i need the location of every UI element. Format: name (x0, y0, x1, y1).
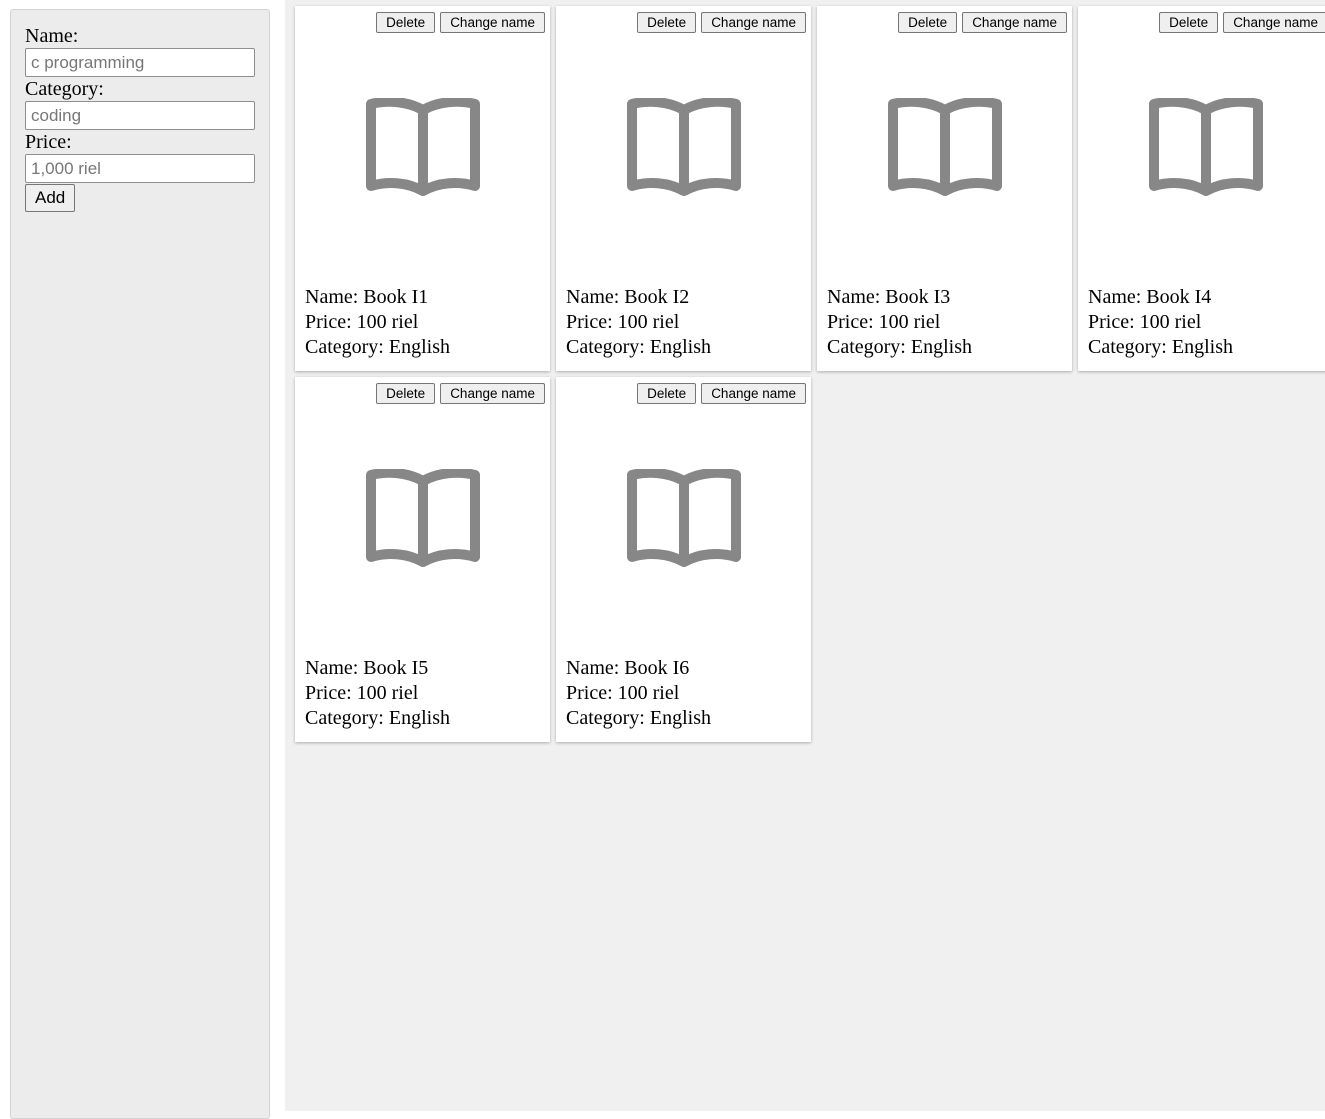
book-category: Category: English (827, 336, 972, 358)
book-price: Price: 100 riel (566, 682, 680, 704)
book-card: Delete Change name Name: Book I3 Price: … (817, 6, 1072, 371)
card-actions: Delete Change name (1159, 12, 1325, 33)
book-open-icon (366, 98, 480, 196)
delete-button[interactable]: Delete (376, 383, 436, 404)
book-name: Name: Book I1 (305, 286, 429, 308)
book-list-area: Delete Change name Name: Book I1 Price: … (285, 0, 1325, 1111)
card-actions: Delete Change name (637, 12, 806, 33)
book-category: Category: English (305, 707, 450, 729)
change-name-button[interactable]: Change name (962, 12, 1067, 33)
category-label: Category: (25, 78, 104, 100)
book-card: Delete Change name Name: Book I5 Price: … (295, 377, 550, 742)
book-card: Delete Change name Name: Book I2 Price: … (556, 6, 811, 371)
book-info: Name: Book I2 Price: 100 riel Category: … (566, 285, 711, 360)
change-name-button[interactable]: Change name (701, 12, 806, 33)
book-card: Delete Change name Name: Book I4 Price: … (1078, 6, 1325, 371)
change-name-button[interactable]: Change name (440, 383, 545, 404)
name-input[interactable] (25, 48, 255, 77)
change-name-button[interactable]: Change name (440, 12, 545, 33)
book-open-icon (366, 469, 480, 567)
book-open-icon (1149, 98, 1263, 196)
add-book-form-panel: Name: Category: Price: Add (10, 9, 270, 1119)
delete-button[interactable]: Delete (637, 383, 697, 404)
price-input[interactable] (25, 154, 255, 183)
book-price: Price: 100 riel (566, 311, 680, 333)
book-price: Price: 100 riel (305, 311, 419, 333)
book-info: Name: Book I4 Price: 100 riel Category: … (1088, 285, 1233, 360)
book-name: Name: Book I3 (827, 286, 951, 308)
delete-button[interactable]: Delete (1159, 12, 1219, 33)
book-name: Name: Book I6 (566, 657, 690, 679)
book-price: Price: 100 riel (1088, 311, 1202, 333)
category-input[interactable] (25, 101, 255, 130)
card-actions: Delete Change name (637, 383, 806, 404)
book-category: Category: English (566, 336, 711, 358)
book-open-icon (627, 469, 741, 567)
card-actions: Delete Change name (898, 12, 1067, 33)
add-button[interactable]: Add (25, 184, 76, 212)
book-info: Name: Book I1 Price: 100 riel Category: … (305, 285, 450, 360)
book-info: Name: Book I3 Price: 100 riel Category: … (827, 285, 972, 360)
book-info: Name: Book I6 Price: 100 riel Category: … (566, 656, 711, 731)
book-info: Name: Book I5 Price: 100 riel Category: … (305, 656, 450, 731)
book-card: Delete Change name Name: Book I1 Price: … (295, 6, 550, 371)
name-label: Name: (25, 25, 79, 47)
card-actions: Delete Change name (376, 383, 545, 404)
book-name: Name: Book I5 (305, 657, 429, 679)
change-name-button[interactable]: Change name (1223, 12, 1325, 33)
book-category: Category: English (1088, 336, 1233, 358)
price-label: Price: (25, 131, 72, 153)
book-open-icon (888, 98, 1002, 196)
book-category: Category: English (305, 336, 450, 358)
book-open-icon (627, 98, 741, 196)
book-name: Name: Book I4 (1088, 286, 1212, 308)
card-actions: Delete Change name (376, 12, 545, 33)
delete-button[interactable]: Delete (898, 12, 958, 33)
book-price: Price: 100 riel (827, 311, 941, 333)
book-card: Delete Change name Name: Book I6 Price: … (556, 377, 811, 742)
book-category: Category: English (566, 707, 711, 729)
delete-button[interactable]: Delete (637, 12, 697, 33)
book-grid: Delete Change name Name: Book I1 Price: … (295, 6, 1325, 742)
book-name: Name: Book I2 (566, 286, 690, 308)
book-price: Price: 100 riel (305, 682, 419, 704)
change-name-button[interactable]: Change name (701, 383, 806, 404)
delete-button[interactable]: Delete (376, 12, 436, 33)
